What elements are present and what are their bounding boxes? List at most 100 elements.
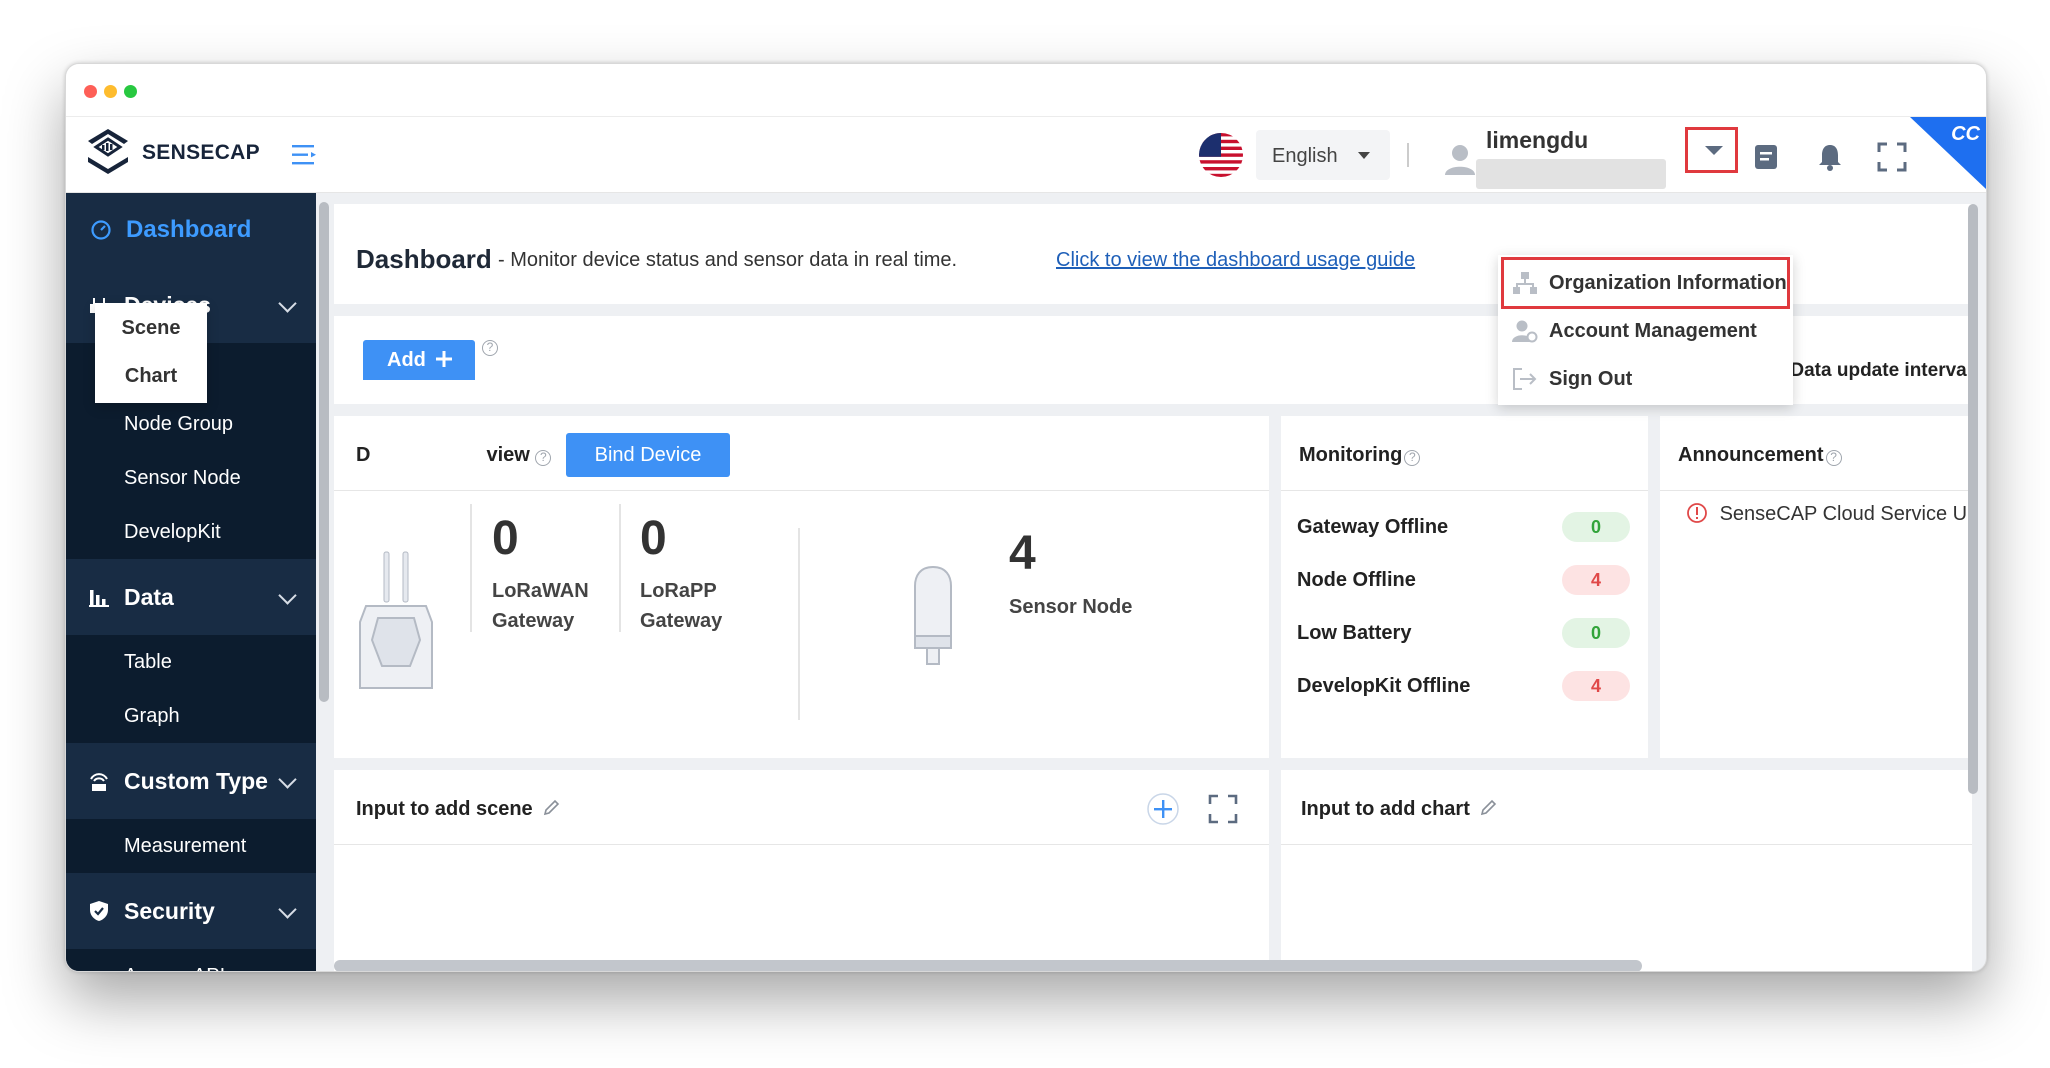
- add-menu-item-scene[interactable]: Scene: [95, 303, 207, 351]
- chevron-down-icon: [278, 294, 297, 313]
- sensor-node-label: Sensor Node: [1009, 596, 1133, 618]
- monitoring-header: Monitoring?: [1281, 416, 1648, 491]
- minimize-window-button[interactable]: [104, 85, 117, 98]
- add-button[interactable]: Add: [363, 340, 475, 380]
- horizontal-scrollbar[interactable]: [334, 960, 1642, 971]
- monitoring-row-gateway-offline[interactable]: Gateway Offline 0: [1297, 508, 1630, 548]
- announcement-title: Announcement?: [1678, 444, 1842, 467]
- bind-device-button[interactable]: Bind Device: [566, 433, 730, 477]
- dashboard-icon: [91, 220, 111, 240]
- status-badge: 4: [1562, 671, 1630, 701]
- account-icon: [1512, 320, 1538, 343]
- status-badge: 4: [1562, 565, 1630, 595]
- add-button-label: Add: [387, 349, 426, 371]
- status-badge: 0: [1562, 512, 1630, 542]
- data-submenu: Table Graph: [66, 635, 316, 743]
- page-description: - Monitor device status and sensor data …: [498, 249, 958, 271]
- data-update-interval-label: Data update interval: [1790, 360, 1972, 381]
- announcement-item[interactable]: SenseCAP Cloud Service Update: [1686, 502, 1972, 526]
- device-overview-header: Dview ? Bind Device: [334, 416, 1269, 491]
- sidebar-item-dashboard[interactable]: Dashboard: [66, 193, 316, 267]
- custom-type-submenu: Measurement: [66, 819, 316, 873]
- sensor-node-count: 4: [1009, 527, 1036, 580]
- monitoring-row-developkit-offline[interactable]: DevelopKit Offline 4: [1297, 667, 1630, 707]
- help-icon[interactable]: ?: [482, 340, 498, 356]
- help-icon[interactable]: ?: [535, 450, 552, 466]
- logo-text: SENSECAP: [142, 141, 260, 164]
- sensecap-logo-icon: [88, 129, 128, 174]
- user-dropdown-menu: Organization Information Account Managem…: [1498, 255, 1793, 405]
- dashboard-guide-link[interactable]: Click to view the dashboard usage guide: [1056, 249, 1415, 272]
- gateway-device-icon: [359, 551, 433, 689]
- sensecap-logo[interactable]: SENSECAP: [86, 127, 260, 179]
- fullscreen-icon[interactable]: [1208, 794, 1238, 824]
- sidebar-item-graph[interactable]: Graph: [66, 689, 316, 743]
- sidebar-scrollbar[interactable]: [319, 202, 329, 702]
- sidebar-group-custom-type[interactable]: Custom Type: [66, 743, 316, 819]
- pencil-icon[interactable]: [1479, 799, 1497, 817]
- org-icon: [1513, 272, 1537, 294]
- sidebar-item-sensor-node[interactable]: Sensor Node: [66, 451, 316, 505]
- sidebar-item-label: Dashboard: [126, 216, 252, 243]
- chevron-down-icon: [278, 770, 297, 789]
- username: limengdu: [1486, 127, 1589, 153]
- user-menu-item-organization-information[interactable]: Organization Information: [1498, 259, 1793, 307]
- user-menu-item-account-management[interactable]: Account Management: [1498, 307, 1793, 355]
- announcement-header: Announcement?: [1660, 416, 1972, 491]
- sign-out-icon: [1513, 368, 1537, 390]
- help-icon[interactable]: ?: [1825, 450, 1842, 466]
- caret-down-icon: [1358, 152, 1370, 159]
- pencil-icon[interactable]: [542, 799, 560, 817]
- alert-circle-icon: [1687, 503, 1707, 523]
- help-icon[interactable]: ?: [1404, 450, 1421, 466]
- sensor-node-icon: [914, 565, 952, 665]
- sidebar-item-measurement[interactable]: Measurement: [66, 819, 316, 873]
- plus-icon: [436, 351, 453, 367]
- chart-panel-title[interactable]: Input to add chart: [1301, 798, 1497, 821]
- bell-icon[interactable]: [1814, 141, 1846, 173]
- page-title: Dashboard: [356, 244, 492, 274]
- window-titlebar: [66, 64, 1986, 117]
- monitoring-title: Monitoring?: [1299, 444, 1421, 467]
- lorawan-gateway-count: 0: [492, 512, 519, 565]
- chevron-down-icon: [278, 586, 297, 605]
- chart-panel-header: Input to add chart: [1281, 770, 1972, 845]
- custom-type-icon: [90, 773, 108, 791]
- add-circle-icon[interactable]: [1146, 792, 1180, 826]
- monitoring-row-low-battery[interactable]: Low Battery 0: [1297, 614, 1630, 654]
- scene-panel: Input to add scene: [334, 770, 1269, 971]
- chart-panel: Input to add chart: [1281, 770, 1972, 971]
- sidebar-group-security[interactable]: Security: [66, 873, 316, 949]
- scene-panel-title[interactable]: Input to add scene: [356, 798, 560, 821]
- divider: [470, 504, 472, 632]
- monitoring-row-node-offline[interactable]: Node Offline 4: [1297, 561, 1630, 601]
- user-email-redacted: [1476, 159, 1666, 189]
- fullscreen-icon[interactable]: [1876, 141, 1908, 173]
- scene-panel-header: Input to add scene: [334, 770, 1269, 845]
- divider: [798, 528, 800, 720]
- divider: [1407, 143, 1409, 167]
- sidebar-item-table[interactable]: Table: [66, 635, 316, 689]
- maximize-window-button[interactable]: [124, 85, 137, 98]
- menu-toggle-icon[interactable]: [292, 143, 318, 167]
- sidebar-group-data[interactable]: Data: [66, 559, 316, 635]
- lorapp-gateway-count: 0: [640, 512, 667, 565]
- language-select[interactable]: English: [1256, 130, 1390, 180]
- shield-icon: [90, 901, 108, 921]
- close-window-button[interactable]: [84, 85, 97, 98]
- sidebar-item-developkit[interactable]: DevelopKit: [66, 505, 316, 559]
- announcement-card: Announcement? SenseCAP Cloud Service Upd…: [1660, 416, 1972, 758]
- main-vertical-scrollbar[interactable]: [1968, 204, 1978, 794]
- user-menu-dropdown-button[interactable]: [1685, 127, 1738, 173]
- user-menu-item-sign-out[interactable]: Sign Out: [1498, 355, 1793, 403]
- sidebar-group-label: Custom Type: [124, 767, 268, 794]
- device-overview-card: Dview ? Bind Device 0 LoRaWAN Gateway 0 L…: [334, 416, 1269, 758]
- bar-chart-icon: [89, 590, 109, 607]
- lorapp-gateway-label: LoRaPP Gateway: [640, 580, 723, 632]
- sidebar-item-access-api[interactable]: Access API ...: [66, 949, 316, 972]
- security-submenu: Access API ...: [66, 949, 316, 972]
- sidebar-group-label: Security: [124, 897, 215, 924]
- document-icon[interactable]: [1750, 141, 1782, 173]
- sidebar-item-node-group[interactable]: Node Group: [66, 397, 316, 451]
- add-menu-item-chart[interactable]: Chart: [95, 351, 207, 399]
